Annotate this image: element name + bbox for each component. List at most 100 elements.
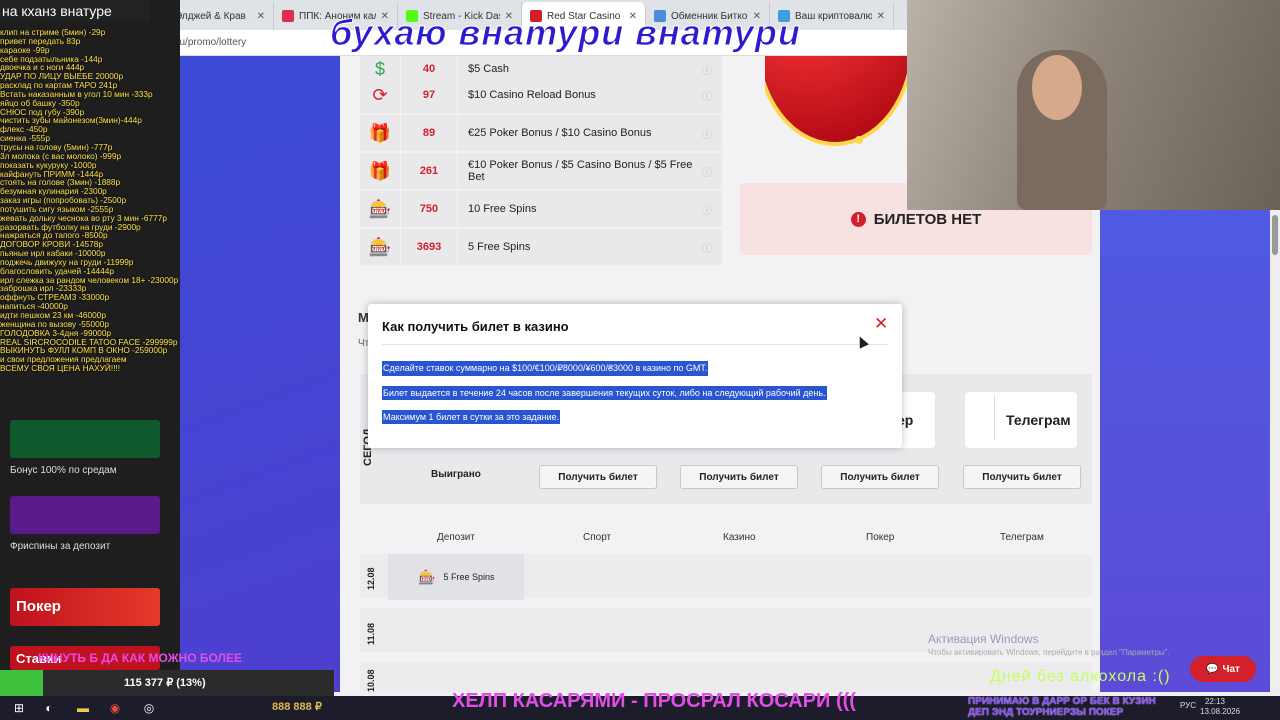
prize-name: 10 Free Spins [468, 203, 537, 215]
promo-banner[interactable] [10, 496, 160, 534]
donation-ticker: КИНУТЬ Б ДА КАК МОЖНО БОЛЕЕ [38, 651, 242, 665]
prize-name: 5 Free Spins [468, 241, 531, 253]
webcam-feed [907, 0, 1280, 210]
donation-item: ВСЕМУ СВОЯ ЦЕНА НАХУЙ!!!! [0, 363, 121, 374]
info-icon[interactable]: ⓘ [702, 240, 722, 255]
balance-display: 888 888 ₽ [272, 701, 322, 713]
info-icon[interactable]: ⓘ [702, 164, 722, 179]
modal-divider [382, 344, 888, 345]
scroll-thumb[interactable] [1272, 215, 1278, 255]
windows-activation-title: Активация Windows [928, 632, 1039, 646]
info-icon[interactable]: ⓘ [702, 62, 722, 77]
modal-title: Как получить билет в казино [382, 319, 569, 334]
page-scrollbar[interactable] [1270, 210, 1280, 692]
prize-count: 97 [400, 77, 458, 113]
modal-line: Сделайте ставок суммарно на $100/€100/₽8… [382, 361, 709, 376]
taskbar-clock[interactable]: 22:13 13.08.2026 [1200, 697, 1241, 717]
chat-button-label: Чат [1222, 663, 1240, 675]
prize-name: $5 Cash [468, 63, 509, 75]
history-row [360, 662, 1092, 692]
won-label: Выиграно [431, 469, 481, 480]
tab-close-icon[interactable]: ✕ [257, 11, 265, 22]
file-explorer-icon[interactable]: ▬ [74, 699, 92, 717]
windows-activation-subtitle: Чтобы активировать Windows, перейдите в … [928, 648, 1170, 657]
bottom-right-line: ДЕП ЭНД ТОУРНИЕРЗЫ ПОКЕР [968, 707, 1124, 718]
page-right-gradient [1100, 210, 1280, 692]
prize-count: 750 [400, 191, 458, 227]
info-icon[interactable]: ⓘ [702, 126, 722, 141]
donation-progress-fill [0, 670, 43, 696]
slot-machine-icon: 🎰 [368, 236, 392, 257]
prize-name: €25 Poker Bonus / $10 Casino Bonus [468, 127, 652, 139]
info-icon[interactable]: ⓘ [702, 88, 722, 103]
wheel-disc [765, 56, 915, 146]
history-cell-deposit: 🎰 5 Free Spins [388, 554, 524, 600]
history-header-sport: Спорт [583, 532, 612, 543]
obs-icon[interactable]: ◎ [140, 699, 158, 717]
bottom-right-line: ПРИНИМАЮ В ДАРР ОР БЕК В КУЗИН [968, 696, 1156, 707]
sober-days-counter: Дней без алкохола :() [990, 668, 1171, 685]
history-date: 11.08 [366, 622, 376, 645]
history-date: 10.08 [366, 669, 376, 692]
poker-promo-label: Покер [16, 598, 61, 615]
windows-start-icon[interactable]: ⊞ [10, 699, 28, 717]
history-header-casino: Казино [723, 532, 756, 543]
tab-label: Элджей & Крав [175, 10, 246, 22]
history-header-telegram: Телеграм [1000, 532, 1044, 543]
history-date: 12.08 [366, 567, 376, 590]
tab-close-icon[interactable]: ✕ [877, 11, 885, 22]
lottery-wheel [765, 56, 915, 151]
info-icon[interactable]: ⓘ [702, 202, 722, 217]
get-ticket-button-poker[interactable]: Получить билет [821, 465, 939, 489]
promo-banner[interactable] [10, 420, 160, 458]
prize-name: $10 Casino Reload Bonus [468, 89, 596, 101]
reload-icon: ⟳ [372, 84, 388, 105]
prize-row: 🎁 89 €25 Poker Bonus / $10 Casino Bonus ⓘ [360, 115, 722, 151]
history-cell-text: 5 Free Spins [443, 572, 495, 582]
get-ticket-button-sport[interactable]: Получить билет [539, 465, 657, 489]
prize-row: 🎰 3693 5 Free Spins ⓘ [360, 229, 722, 265]
prize-name: €10 Poker Bonus / $5 Casino Bonus / $5 F… [468, 159, 693, 183]
clock-date: 13.08.2026 [1200, 707, 1241, 716]
chat-icon: 💬 [1206, 663, 1219, 675]
poker-promo-banner[interactable]: Покер [10, 588, 160, 626]
history-header-deposit: Депозит [437, 532, 475, 543]
stream-bottom-right-text: ПРИНИМАЮ В ДАРР ОР БЕК В КУЗИН ДЕП ЭНД Т… [968, 696, 1156, 718]
get-ticket-button-casino[interactable]: Получить билет [680, 465, 798, 489]
page-left-gradient [180, 56, 340, 692]
get-ticket-button-telegram[interactable]: Получить билет [963, 465, 1081, 489]
telegram-card-divider [994, 395, 995, 441]
prize-row: ⟳ 97 $10 Casino Reload Bonus ⓘ [360, 77, 722, 113]
edge-icon[interactable]: ◐ [40, 699, 58, 717]
tickets-status-text: БИЛЕТОВ НЕТ [873, 210, 982, 228]
slot-machine-icon: 🎰 [418, 568, 436, 585]
modal-line: Максимум 1 билет в сутки за это задание. [382, 410, 561, 424]
stream-overlay-title: на кханз внатуре [0, 0, 150, 22]
clock-time: 22:13 [1204, 697, 1226, 706]
tab-label: Ваш криптовалютны [795, 10, 872, 22]
gift-icon: 🎁 [368, 160, 392, 181]
chat-button[interactable]: 💬 Чат [1190, 656, 1256, 682]
donation-price-list: клип на стриме (5мин) -29р привет передат… [0, 28, 180, 418]
prize-count: 3693 [400, 229, 458, 265]
wheel-pin [855, 136, 863, 144]
language-indicator[interactable]: РУС [1180, 701, 1196, 710]
history-header-poker: Покер [866, 532, 895, 543]
category-title-telegram: Телеграм [1006, 412, 1071, 428]
prize-count: 89 [400, 115, 458, 151]
promo-caption: Бонус 100% по средам [10, 465, 117, 476]
close-icon[interactable]: ✕ [874, 314, 888, 334]
promo-caption: Фриспины за депозит [10, 541, 111, 552]
prize-count: 261 [400, 153, 458, 189]
gift-icon: 🎁 [368, 122, 392, 143]
streamer-head [1032, 55, 1082, 120]
chrome-icon[interactable]: ◉ [106, 699, 124, 717]
warning-icon: ! [850, 211, 866, 227]
donation-progress-text: 115 377 ₽ (13%) [124, 677, 206, 689]
tab-favicon-icon [282, 10, 294, 22]
stream-bottom-banner: ХЕЛП КАСАРЯМИ - ПРОСРАЛ КОСАРИ ((( [452, 690, 856, 712]
stream-top-banner: бухаю внатури внатури [330, 12, 801, 54]
prize-row: 🎰 750 10 Free Spins ⓘ [360, 191, 722, 227]
prize-row: 🎁 261 €10 Poker Bonus / $5 Casino Bonus / … [360, 153, 722, 189]
ticket-info-modal: Как получить билет в казино ✕ Сделайте с… [368, 304, 902, 448]
